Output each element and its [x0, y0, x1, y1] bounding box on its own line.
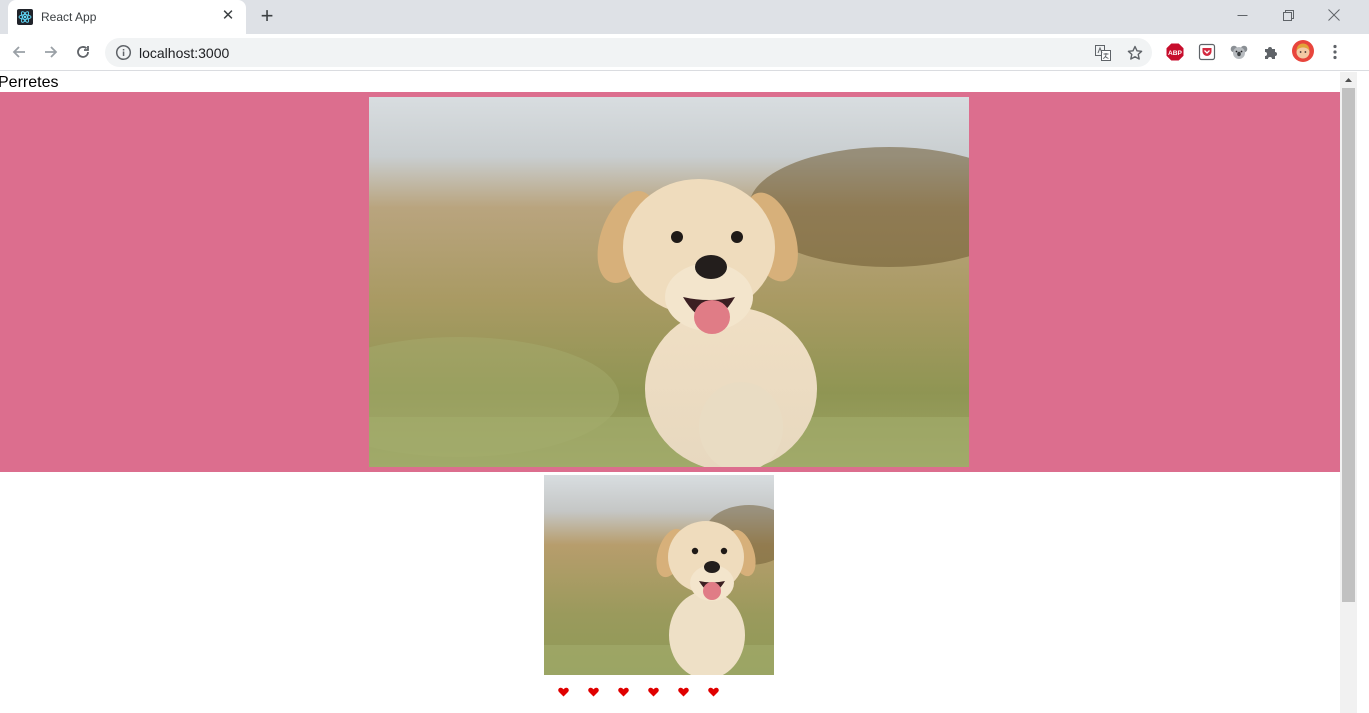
heart-icon[interactable] [668, 682, 698, 702]
hero-banner [0, 92, 1340, 472]
back-icon[interactable] [6, 39, 32, 65]
like-hearts [548, 682, 728, 702]
info-icon[interactable] [115, 44, 132, 61]
puppy-photo-small [544, 475, 794, 679]
kebab-menu-icon[interactable] [1325, 42, 1345, 62]
scroll-up-arrow-icon[interactable] [1340, 74, 1357, 86]
vertical-scrollbar[interactable] [1340, 72, 1357, 713]
heart-icon[interactable] [698, 682, 728, 702]
reload-icon[interactable] [70, 39, 96, 65]
page-viewport: Perretes [0, 72, 1369, 713]
scrollbar-thumb[interactable] [1342, 88, 1355, 602]
page-title: Perretes [0, 74, 59, 91]
star-icon[interactable] [1125, 43, 1145, 63]
translate-icon[interactable] [1093, 43, 1113, 63]
forward-icon[interactable] [38, 39, 64, 65]
koala-icon[interactable] [1229, 42, 1249, 62]
pocket-icon[interactable] [1197, 42, 1217, 62]
puzzle-icon[interactable] [1261, 42, 1281, 62]
avatar[interactable] [1292, 40, 1314, 62]
address-bar[interactable]: localhost:3000 [105, 38, 1152, 67]
browser-toolbar: localhost:3000 ABP [0, 34, 1369, 71]
heart-icon[interactable] [608, 682, 638, 702]
tab-title: React App [41, 10, 97, 24]
react-favicon-icon [17, 9, 33, 25]
url-text[interactable]: localhost:3000 [139, 45, 229, 61]
puppy-photo-large [299, 97, 1029, 472]
adblock-label: ABP [1168, 50, 1183, 57]
close-window-icon[interactable] [1311, 0, 1357, 30]
restore-window-icon[interactable] [1265, 0, 1311, 30]
tab-close-icon[interactable]: ✕ [220, 8, 236, 24]
title-bar: React App ✕ + [0, 0, 1369, 34]
heart-icon[interactable] [578, 682, 608, 702]
heart-icon[interactable] [548, 682, 578, 702]
minimize-window-icon[interactable] [1219, 0, 1265, 30]
heart-icon[interactable] [638, 682, 668, 702]
adblock-icon[interactable]: ABP [1165, 42, 1185, 62]
new-tab-plus-icon[interactable]: + [256, 5, 278, 28]
browser-tab[interactable]: React App ✕ [8, 0, 246, 34]
